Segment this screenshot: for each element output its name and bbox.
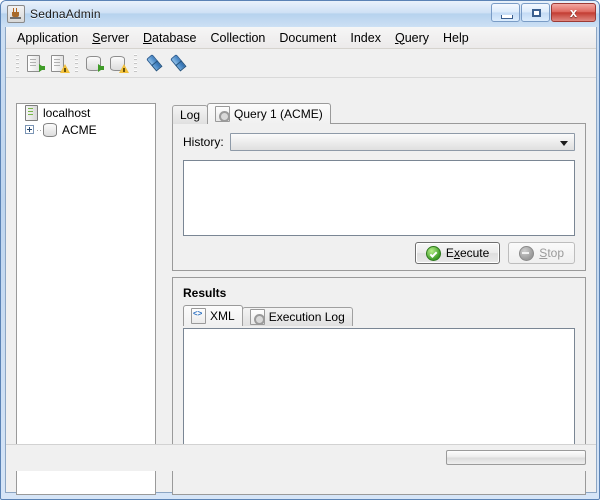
query-editor-textarea[interactable] bbox=[183, 160, 575, 236]
tool-bar bbox=[6, 49, 596, 78]
stop-button-label: Stop bbox=[539, 246, 564, 260]
menu-collection[interactable]: Collection bbox=[204, 29, 273, 47]
check-circle-icon bbox=[425, 245, 441, 261]
maximize-button[interactable] bbox=[521, 3, 550, 22]
tab-xml[interactable]: XML bbox=[183, 305, 243, 326]
main-tab-strip: Log Query 1 (ACME) bbox=[172, 103, 586, 124]
tab-execution-log[interactable]: Execution Log bbox=[241, 307, 353, 326]
main-content: Log Query 1 (ACME) History: Execute Stop… bbox=[172, 103, 586, 495]
title-bar[interactable]: SednaAdmin x bbox=[1, 1, 599, 27]
tree-node-label: localhost bbox=[43, 105, 91, 120]
tab-label: Execution Log bbox=[268, 310, 345, 324]
tree-node-label: ACME bbox=[62, 122, 97, 137]
chevron-down-icon bbox=[560, 141, 568, 146]
navigator-tree[interactable]: localhost ·· ACME bbox=[16, 103, 156, 495]
tab-label: XML bbox=[210, 309, 235, 323]
gear-document-icon bbox=[249, 309, 265, 325]
tab-log[interactable]: Log bbox=[172, 105, 209, 124]
disconnect-database-icon[interactable] bbox=[106, 51, 130, 75]
menu-index[interactable]: Index bbox=[343, 29, 388, 47]
menu-document[interactable]: Document bbox=[272, 29, 343, 47]
menu-database[interactable]: Database bbox=[136, 29, 204, 47]
results-title: Results bbox=[183, 286, 227, 300]
query-panel: History: Execute Stop bbox=[172, 123, 586, 271]
tree-node-localhost[interactable]: localhost bbox=[17, 104, 155, 121]
plug-connect-icon[interactable] bbox=[141, 51, 165, 75]
menu-server[interactable]: Server bbox=[85, 29, 136, 47]
tab-query-1[interactable]: Query 1 (ACME) bbox=[207, 103, 331, 124]
connect-server-icon[interactable] bbox=[23, 51, 47, 75]
window-controls: x bbox=[491, 3, 596, 22]
toolbar-grip-3[interactable] bbox=[134, 54, 137, 72]
history-label: History: bbox=[183, 135, 224, 149]
minimize-button[interactable] bbox=[491, 3, 520, 22]
connect-database-icon[interactable] bbox=[82, 51, 106, 75]
client-area: Application Server Database Collection D… bbox=[5, 27, 597, 495]
window-title: SednaAdmin bbox=[30, 7, 101, 21]
tree-connector: ·· bbox=[36, 124, 42, 135]
split-pane: localhost ·· ACME Log Query 1 (ACME) His… bbox=[6, 77, 596, 495]
tab-label: Log bbox=[180, 108, 201, 122]
menu-help[interactable]: Help bbox=[436, 29, 476, 47]
xml-document-icon bbox=[191, 308, 206, 324]
server-icon bbox=[25, 104, 38, 121]
tab-label: Query 1 (ACME) bbox=[234, 107, 323, 121]
menu-query[interactable]: Query bbox=[388, 29, 436, 47]
query-button-row: Execute Stop bbox=[414, 242, 575, 264]
toolbar-grip-2[interactable] bbox=[75, 54, 78, 72]
menu-application[interactable]: Application bbox=[10, 29, 85, 47]
tree-node-acme[interactable]: ·· ACME bbox=[17, 121, 155, 138]
results-tab-strip: XML Execution Log bbox=[173, 305, 585, 326]
history-combobox[interactable] bbox=[229, 133, 575, 151]
application-window: SednaAdmin x Application Server Database… bbox=[0, 0, 600, 500]
execute-button[interactable]: Execute bbox=[414, 242, 501, 264]
java-cup-icon bbox=[7, 5, 25, 23]
execute-button-label: Execute bbox=[445, 246, 490, 260]
stop-circle-icon bbox=[519, 245, 535, 261]
stop-button[interactable]: Stop bbox=[508, 242, 575, 264]
status-bar bbox=[6, 444, 596, 471]
query-icon bbox=[215, 106, 231, 122]
close-icon: x bbox=[569, 5, 578, 20]
plug-disconnect-icon[interactable] bbox=[165, 51, 189, 75]
close-button[interactable]: x bbox=[551, 3, 596, 22]
disconnect-server-icon[interactable] bbox=[47, 51, 71, 75]
progress-bar bbox=[446, 450, 586, 465]
history-row: History: bbox=[173, 124, 585, 151]
menu-bar: Application Server Database Collection D… bbox=[6, 27, 596, 49]
expand-toggle-icon[interactable] bbox=[25, 125, 34, 134]
database-icon bbox=[43, 122, 57, 137]
toolbar-grip[interactable] bbox=[16, 54, 19, 72]
